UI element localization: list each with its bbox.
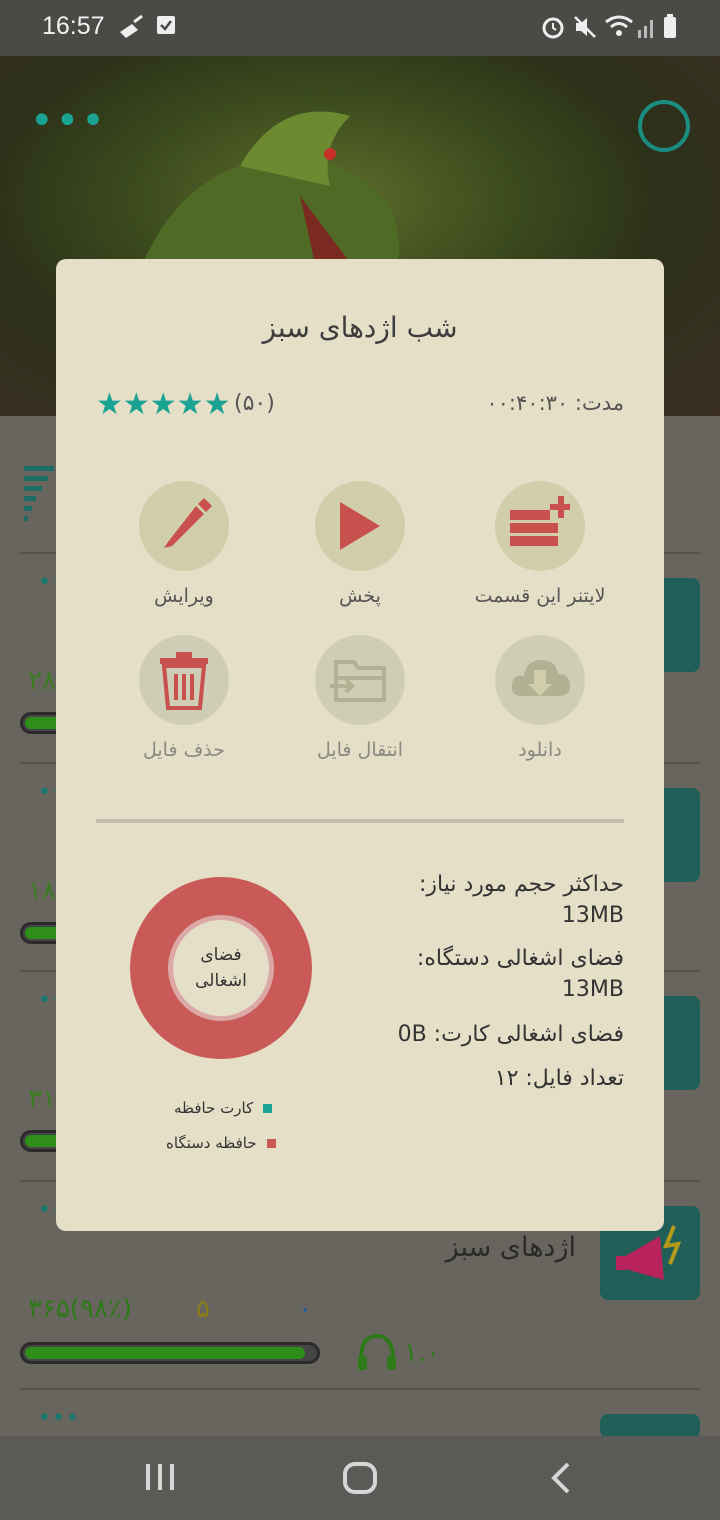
legend-card-swatch (263, 1104, 273, 1113)
sort-list-icon[interactable] (24, 466, 58, 522)
edit-button[interactable]: ویرایش (94, 481, 274, 607)
alarm-icon (542, 17, 564, 39)
status-bar: 16:57 (0, 0, 720, 56)
item-zero: ۰ (298, 1294, 312, 1324)
donut-center-label: فضای اشغالی (173, 920, 269, 1016)
action-label: لایتنر این قسمت (474, 585, 606, 607)
app-logo-icon[interactable] (638, 100, 690, 152)
play-icon (340, 502, 380, 550)
signal-icon (638, 20, 653, 38)
mute-icon (574, 16, 596, 38)
delete-file-button[interactable]: حذف فایل (94, 635, 274, 761)
checkbox-icon (157, 16, 175, 34)
max-size-label: حداکثر حجم مورد نیاز: (418, 872, 624, 897)
item-menu-icon[interactable]: ••• (38, 1406, 80, 1431)
legend-device-swatch (266, 1139, 276, 1148)
add-to-list-icon (510, 496, 570, 546)
item-title: اژدهای سبز (445, 1232, 576, 1263)
trash-icon (160, 652, 208, 710)
max-size-info: حداکثر حجم مورد نیاز: 13MB (364, 869, 624, 931)
action-label: حذف فایل (142, 739, 225, 761)
battery-icon (664, 14, 676, 38)
max-size-value: 13MB (561, 903, 624, 928)
headphones-icon (358, 1333, 396, 1370)
back-icon[interactable] (548, 1460, 576, 1496)
item-stats: ۲۸ (28, 666, 56, 696)
action-label: دانلود (518, 739, 562, 761)
download-button[interactable]: دانلود (450, 635, 630, 761)
cloud-download-icon (511, 660, 570, 696)
item-stats: ۳۶۵(۹۸٪) (28, 1294, 133, 1324)
wifi-icon (605, 15, 633, 36)
list-item[interactable]: ••• (20, 1388, 700, 1438)
action-label: انتقال فایل (316, 739, 404, 761)
divider (96, 819, 624, 823)
dialog-title: شب اژدهای سبز (262, 311, 458, 344)
device-used-value: 13MB (561, 977, 624, 1002)
rating-stars[interactable]: ★★★★★ (96, 387, 230, 422)
rating-count: (۵۰) (234, 391, 275, 416)
more-options-button[interactable]: ••• (30, 101, 107, 141)
legend-card: کارت حافظه (174, 1099, 273, 1117)
recent-apps-icon[interactable] (144, 1460, 176, 1496)
device-used-label: فضای اشغالی دستگاه: (416, 946, 624, 971)
episode-thumbnail (600, 1414, 700, 1438)
file-count-info: تعداد فایل: ۱۲ (494, 1066, 624, 1091)
donut-ring: فضای اشغالی (168, 915, 274, 1021)
card-used-info: فضای اشغالی کارت: 0B (397, 1022, 624, 1047)
folder-move-icon (330, 660, 386, 702)
duration-label: مدت: ۰۰:۴۰:۳۰ (486, 391, 624, 415)
play-button[interactable]: پخش (270, 481, 450, 607)
home-icon[interactable] (342, 1460, 378, 1496)
add-to-leitner-button[interactable]: لایتنر این قسمت (450, 481, 630, 607)
legend-device: حافظه دستگاه (166, 1134, 276, 1152)
item-stats: ۱۸ (28, 876, 56, 906)
cleaner-icon (120, 14, 143, 38)
storage-donut-chart: فضای اشغالی (130, 877, 312, 1059)
item-count: ۵ (196, 1294, 210, 1324)
system-navigation-bar (0, 1436, 720, 1520)
item-stats: ۳۱ (28, 1084, 56, 1114)
episode-dialog: شب اژدهای سبز مدت: ۰۰:۴۰:۳۰ ★★★★★ (۵۰) ل… (56, 259, 664, 1231)
listen-count: ۱.۰ (404, 1338, 441, 1368)
move-file-button[interactable]: انتقال فایل (270, 635, 450, 761)
action-label: ویرایش (154, 585, 214, 607)
legend-card-label: کارت حافظه (174, 1099, 254, 1117)
progress-bar (20, 1342, 320, 1364)
edit-pencil-icon (164, 498, 212, 548)
legend-device-label: حافظه دستگاه (166, 1134, 257, 1152)
device-used-info: فضای اشغالی دستگاه: 13MB (364, 943, 624, 1005)
action-label: پخش (339, 585, 381, 607)
status-time: 16:57 (42, 12, 105, 40)
